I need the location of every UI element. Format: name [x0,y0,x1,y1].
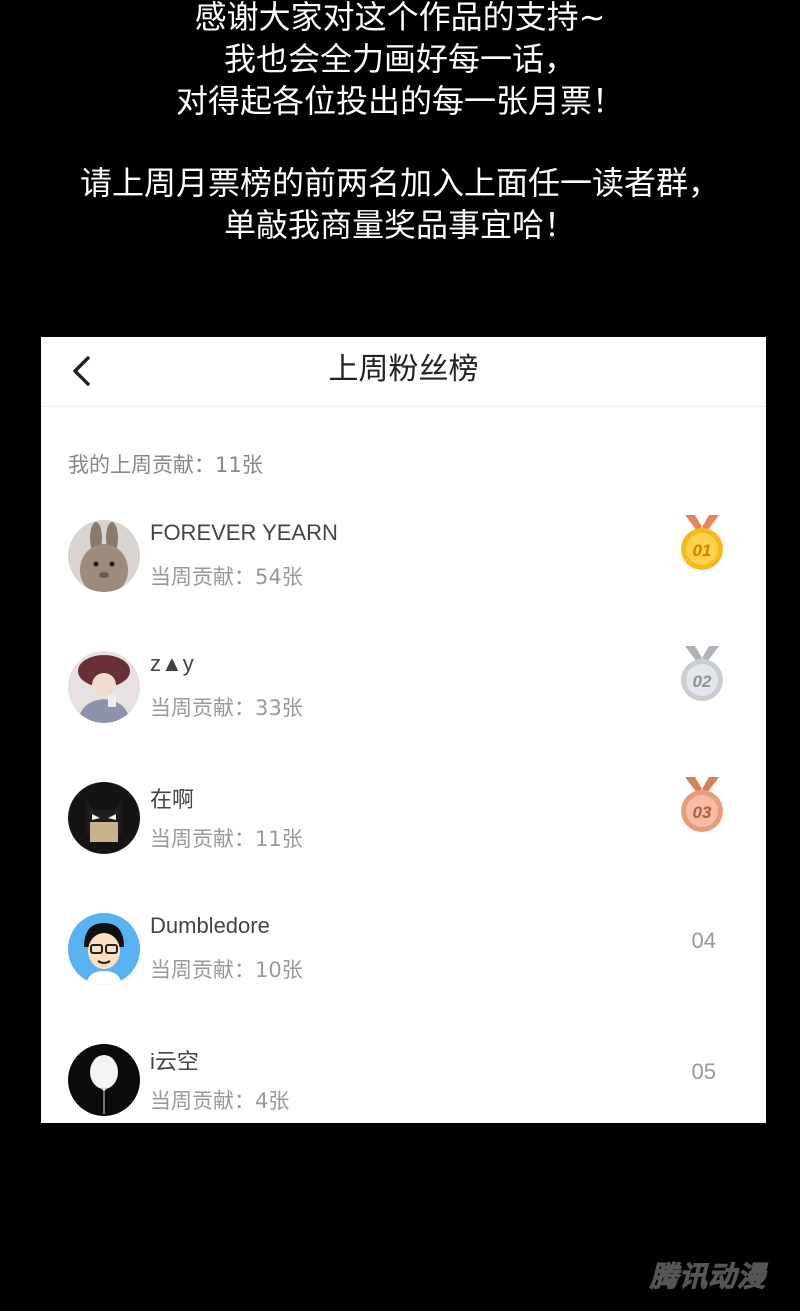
fan-row[interactable]: Dumbledore 当周贡献：10张 04 [41,898,766,998]
message-line: 请上周月票榜的前两名加入上面任一读者群， [79,164,720,202]
avatar [68,651,140,723]
gold-medal-icon: 01 [679,515,725,573]
rank-number: 05 [691,1059,716,1084]
fan-row[interactable]: i云空 当周贡献：4张 05 [41,1029,766,1129]
page-title: 上周粉丝榜 [328,352,479,387]
fan-name: z▲y [150,651,194,676]
fan-contribution: 当周贡献：4张 [150,1089,290,1113]
rank-number: 03 [693,803,712,822]
fan-contribution: 当周贡献：10张 [150,958,303,982]
message-line: 对得起各位投出的每一张月票！ [175,82,624,120]
avatar [68,782,140,854]
avatar [68,520,140,592]
fan-row[interactable]: 在啊 当周贡献：11张 03 [41,767,766,867]
fan-name: FOREVER YEARN [150,520,338,545]
rank-number: 04 [691,928,716,953]
cartoon-avatar-icon [68,913,140,985]
fan-name: 在啊 [150,787,195,812]
bronze-medal-icon: 03 [679,777,725,835]
person-avatar-icon [68,651,140,723]
message-line: 单敲我商量奖品事宜哈！ [223,206,576,244]
balloon-avatar-icon [68,1044,140,1116]
message-block-1: 感谢大家对这个作品的支持~ 我也会全力画好每一话， 对得起各位投出的每一张月票！ [0,0,800,122]
rank-number: 01 [693,541,712,560]
fan-row[interactable]: z▲y 当周贡献：33张 02 [41,636,766,736]
avatar [68,1044,140,1116]
message-block-2: 请上周月票榜的前两名加入上面任一读者群， 单敲我商量奖品事宜哈！ [0,162,800,246]
fan-contribution: 当周贡献：33张 [150,696,303,720]
batman-avatar-icon [68,782,140,854]
fan-row[interactable]: FOREVER YEARN 当周贡献：54张 01 [41,505,766,605]
my-contribution: 我的上周贡献：11张 [68,453,263,477]
fan-name: i云空 [150,1049,199,1074]
fan-ranking-panel: 上周粉丝榜 我的上周贡献：11张 FOREVER YEARN 当周贡献：54张 [41,337,766,1123]
message-line: 我也会全力画好每一话， [223,40,576,78]
watermark-logo: 腾讯动漫 [650,1260,767,1294]
rabbit-avatar-icon [68,520,140,592]
message-line: 感谢大家对这个作品的支持~ [194,0,606,36]
fan-name: Dumbledore [150,913,270,938]
fan-contribution: 当周贡献：54张 [150,565,303,589]
silver-medal-icon: 02 [679,646,725,704]
fan-contribution: 当周贡献：11张 [150,827,303,851]
panel-header: 上周粉丝榜 [41,337,766,407]
rank-number: 02 [693,672,712,691]
avatar [68,913,140,985]
